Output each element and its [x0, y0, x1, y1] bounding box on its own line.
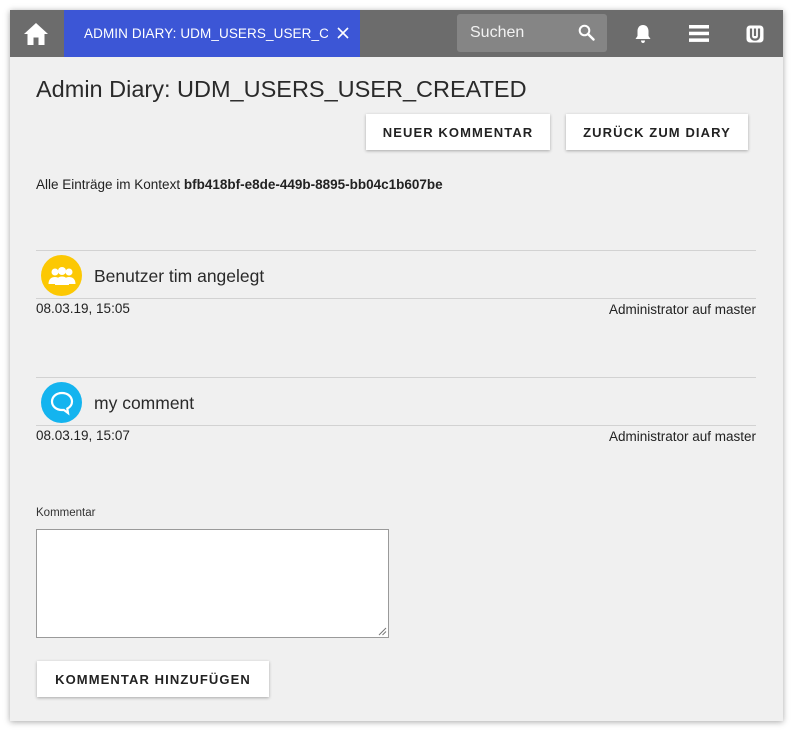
context-line: Alle Einträge im Kontext bfb418bf-e8de-4…	[36, 177, 443, 192]
users-icon	[41, 255, 82, 296]
univention-logo-button[interactable]	[735, 10, 775, 57]
page-title: Admin Diary: UDM_USERS_USER_CREATED	[36, 76, 527, 102]
search-placeholder: Suchen	[470, 24, 525, 41]
menu-button[interactable]	[679, 10, 719, 57]
notifications-button[interactable]	[623, 10, 663, 57]
entry-title: Benutzer tim angelegt	[94, 266, 265, 286]
resize-grip-icon[interactable]	[377, 626, 387, 636]
diary-entry: my comment 08.03.19, 15:07 Administrator…	[36, 377, 756, 457]
app-window: ADMIN DIARY: UDM_USERS_USER_C… Suchen Ad…	[10, 10, 783, 721]
comment-icon	[41, 382, 82, 423]
context-id: bfb418bf-e8de-449b-8895-bb04c1b607be	[183, 177, 443, 192]
entry-date: 08.03.19, 15:07	[36, 428, 130, 443]
diary-entry: Benutzer tim angelegt 08.03.19, 15:05 Ad…	[36, 250, 756, 330]
context-prefix: Alle Einträge im Kontext	[36, 177, 184, 192]
search-input[interactable]: Suchen	[457, 14, 607, 52]
comment-textarea[interactable]	[36, 529, 389, 638]
entry-author: Administrator auf master	[608, 302, 756, 317]
new-comment-button[interactable]: NEUER KOMMENTAR	[366, 114, 550, 150]
tab-label: ADMIN DIARY: UDM_USERS_USER_C…	[84, 26, 328, 41]
entry-header: Benutzer tim angelegt	[36, 250, 756, 299]
search-icon[interactable]	[578, 24, 595, 41]
entry-author: Administrator auf master	[608, 429, 756, 444]
tab-admin-diary[interactable]: ADMIN DIARY: UDM_USERS_USER_C…	[64, 10, 360, 57]
home-button[interactable]	[10, 10, 62, 57]
menu-icon	[689, 25, 709, 42]
back-to-diary-button[interactable]: ZURÜCK ZUM DIARY	[566, 114, 748, 150]
top-bar: ADMIN DIARY: UDM_USERS_USER_C… Suchen	[10, 10, 783, 57]
add-comment-button[interactable]: KOMMENTAR HINZUFÜGEN	[37, 661, 269, 697]
entry-header: my comment	[36, 377, 756, 426]
entry-date: 08.03.19, 15:05	[36, 301, 130, 316]
close-icon[interactable]	[334, 24, 352, 42]
comment-label: Kommentar	[36, 507, 96, 519]
bell-icon	[635, 24, 651, 43]
entry-title: my comment	[94, 393, 195, 413]
univention-logo-icon	[746, 25, 764, 42]
home-icon	[24, 22, 48, 45]
